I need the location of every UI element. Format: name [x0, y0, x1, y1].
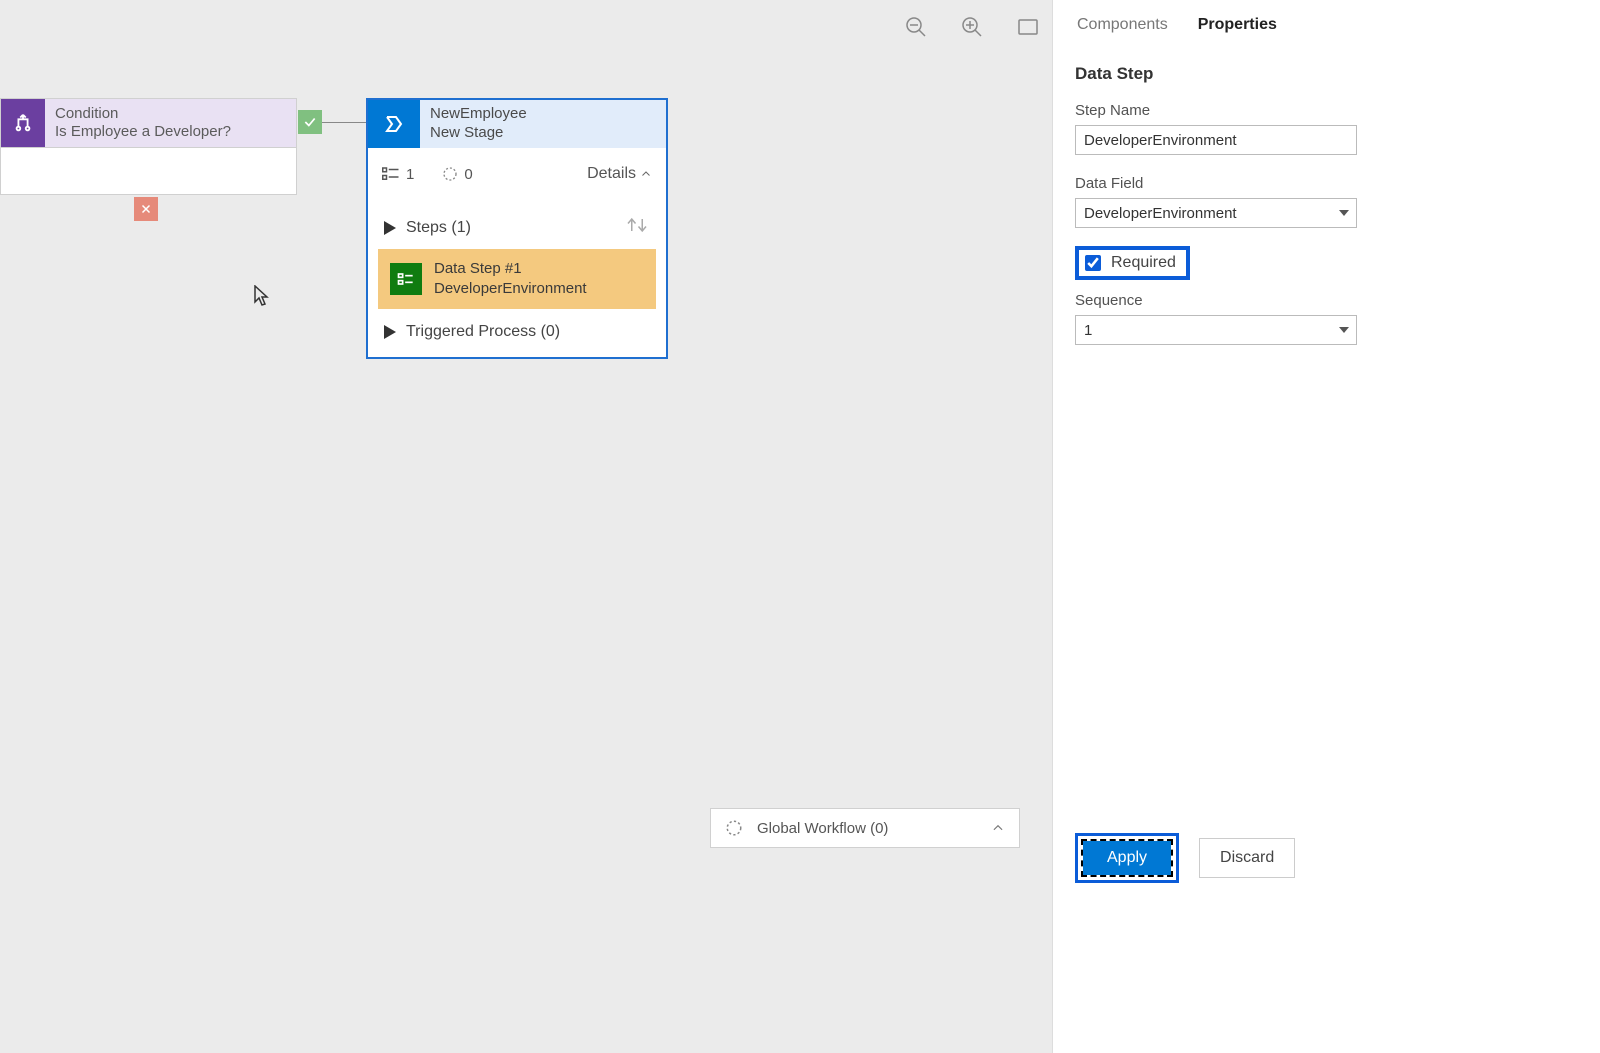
condition-title: Condition — [55, 105, 286, 123]
condition-lower-panel[interactable] — [0, 148, 297, 195]
triggered-process-row[interactable]: Triggered Process (0) — [368, 309, 666, 357]
chevron-up-icon[interactable] — [991, 821, 1005, 835]
condition-no-marker[interactable] — [134, 197, 158, 221]
stage-steps-count: 1 — [382, 166, 414, 183]
reorder-updown-icon[interactable] — [624, 216, 650, 239]
stage-meta-row: 1 0 Details — [368, 148, 666, 200]
sequence-label: Sequence — [1075, 292, 1578, 309]
condition-icon — [1, 99, 45, 147]
tab-components[interactable]: Components — [1075, 12, 1170, 38]
form-icon — [390, 263, 422, 295]
apply-button[interactable]: Apply — [1083, 841, 1171, 875]
workflow-dotted-icon — [725, 819, 743, 837]
condition-body: Condition Is Employee a Developer? — [45, 99, 296, 147]
triggered-process-label: Triggered Process (0) — [406, 323, 560, 341]
step-name-input[interactable] — [1075, 125, 1357, 155]
expand-triangle-icon — [384, 221, 396, 235]
stage-card[interactable]: NewEmployee New Stage 1 0 Details — [366, 98, 668, 359]
step-name-label: Step Name — [1075, 102, 1578, 119]
required-checkbox[interactable] — [1085, 255, 1101, 271]
condition-subtitle: Is Employee a Developer? — [55, 123, 286, 141]
tab-properties[interactable]: Properties — [1196, 12, 1279, 38]
stage-header[interactable]: NewEmployee New Stage — [368, 100, 666, 148]
expand-triangle-icon — [384, 325, 396, 339]
discard-button[interactable]: Discard — [1199, 838, 1295, 878]
required-checkbox-group[interactable]: Required — [1075, 246, 1190, 280]
global-workflow-bar[interactable]: Global Workflow (0) — [710, 808, 1020, 848]
data-field-select[interactable]: DeveloperEnvironment — [1075, 198, 1357, 228]
details-toggle[interactable]: Details — [587, 165, 652, 183]
panel-tabs: Components Properties — [1075, 12, 1578, 38]
sequence-select[interactable]: 1 — [1075, 315, 1357, 345]
stage-chevron-icon — [368, 100, 420, 148]
condition-yes-marker[interactable] — [298, 110, 322, 134]
step-item-title: Data Step #1 — [434, 259, 587, 279]
data-step-item[interactable]: Data Step #1 DeveloperEnvironment — [378, 249, 656, 309]
workflow-canvas[interactable]: Condition Is Employee a Developer? NewEm… — [0, 0, 1050, 1053]
panel-actions: Apply Discard — [1075, 833, 1295, 883]
stage-triggers-count: 0 — [442, 166, 472, 183]
stage-header-text: NewEmployee New Stage — [420, 100, 666, 148]
step-item-subtitle: DeveloperEnvironment — [434, 279, 587, 299]
steps-header[interactable]: Steps (1) — [378, 210, 656, 249]
stage-subtitle: New Stage — [430, 123, 656, 142]
steps-header-label: Steps (1) — [406, 219, 471, 237]
required-label: Required — [1111, 254, 1176, 272]
cursor-icon — [254, 285, 270, 312]
condition-node[interactable]: Condition Is Employee a Developer? — [0, 98, 297, 148]
global-workflow-label: Global Workflow (0) — [757, 820, 888, 837]
stage-title: NewEmployee — [430, 104, 656, 123]
connector-line — [322, 122, 366, 123]
panel-title: Data Step — [1075, 64, 1578, 84]
properties-panel: Components Properties Data Step Step Nam… — [1052, 0, 1600, 1053]
data-field-label: Data Field — [1075, 175, 1578, 192]
